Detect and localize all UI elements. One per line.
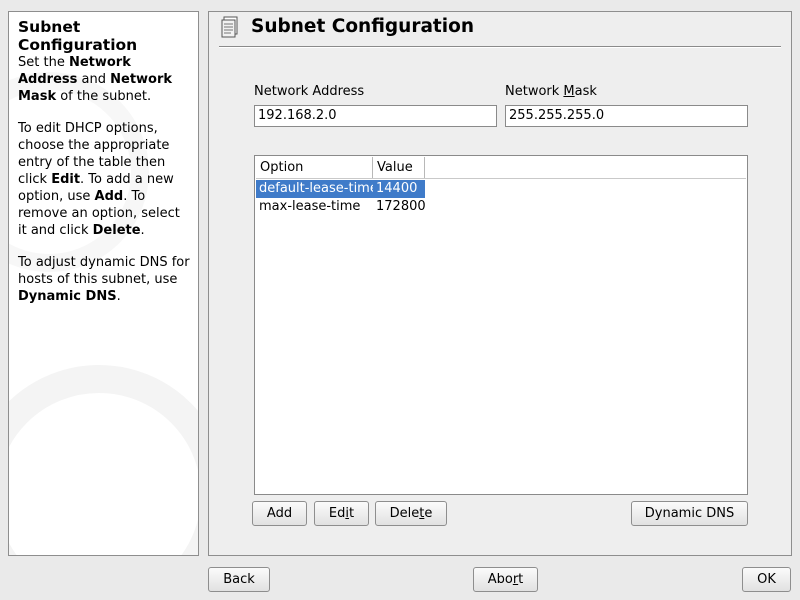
help-paragraph-2: To edit DHCP options, choose the appropr… xyxy=(18,121,180,238)
ok-button[interactable]: OK xyxy=(742,567,791,592)
add-button[interactable]: Add xyxy=(252,501,307,526)
help-title: Subnet Configuration xyxy=(18,18,138,54)
title-divider xyxy=(219,46,781,48)
dhcp-options-table[interactable]: Option Value default-lease-time 14400 ma… xyxy=(254,155,748,495)
option-cell: default-lease-time xyxy=(256,180,378,198)
network-address-input[interactable]: 192.168.2.0 xyxy=(254,105,497,127)
abort-button[interactable]: Abort xyxy=(473,567,538,592)
dynamic-dns-button[interactable]: Dynamic DNS xyxy=(631,501,748,526)
help-paragraph-1: Set the Network Address and Network Mask… xyxy=(18,55,173,104)
page-title: Subnet Configuration xyxy=(251,16,474,37)
help-panel: Subnet Configuration Set the Network Add… xyxy=(8,11,199,556)
value-cell: 172800 xyxy=(376,199,426,214)
network-address-label: Network Address xyxy=(254,84,365,99)
option-cell: max-lease-time xyxy=(259,199,361,214)
value-cell: 14400 xyxy=(373,180,425,198)
table-header: Option Value xyxy=(256,157,746,179)
network-mask-label: Network Mask xyxy=(505,84,597,99)
decorative-swirl xyxy=(9,365,198,555)
column-header-value[interactable]: Value xyxy=(373,157,425,178)
column-header-option[interactable]: Option xyxy=(256,157,373,178)
main-panel: Subnet Configuration Network Address 192… xyxy=(208,11,792,556)
back-button[interactable]: Back xyxy=(208,567,270,592)
network-mask-input[interactable]: 255.255.255.0 xyxy=(505,105,748,127)
network-settings-icon xyxy=(221,16,238,38)
help-paragraph-3: To adjust dynamic DNS for hosts of this … xyxy=(18,255,190,304)
edit-button[interactable]: Edit xyxy=(314,501,369,526)
delete-button[interactable]: Delete xyxy=(375,501,447,526)
